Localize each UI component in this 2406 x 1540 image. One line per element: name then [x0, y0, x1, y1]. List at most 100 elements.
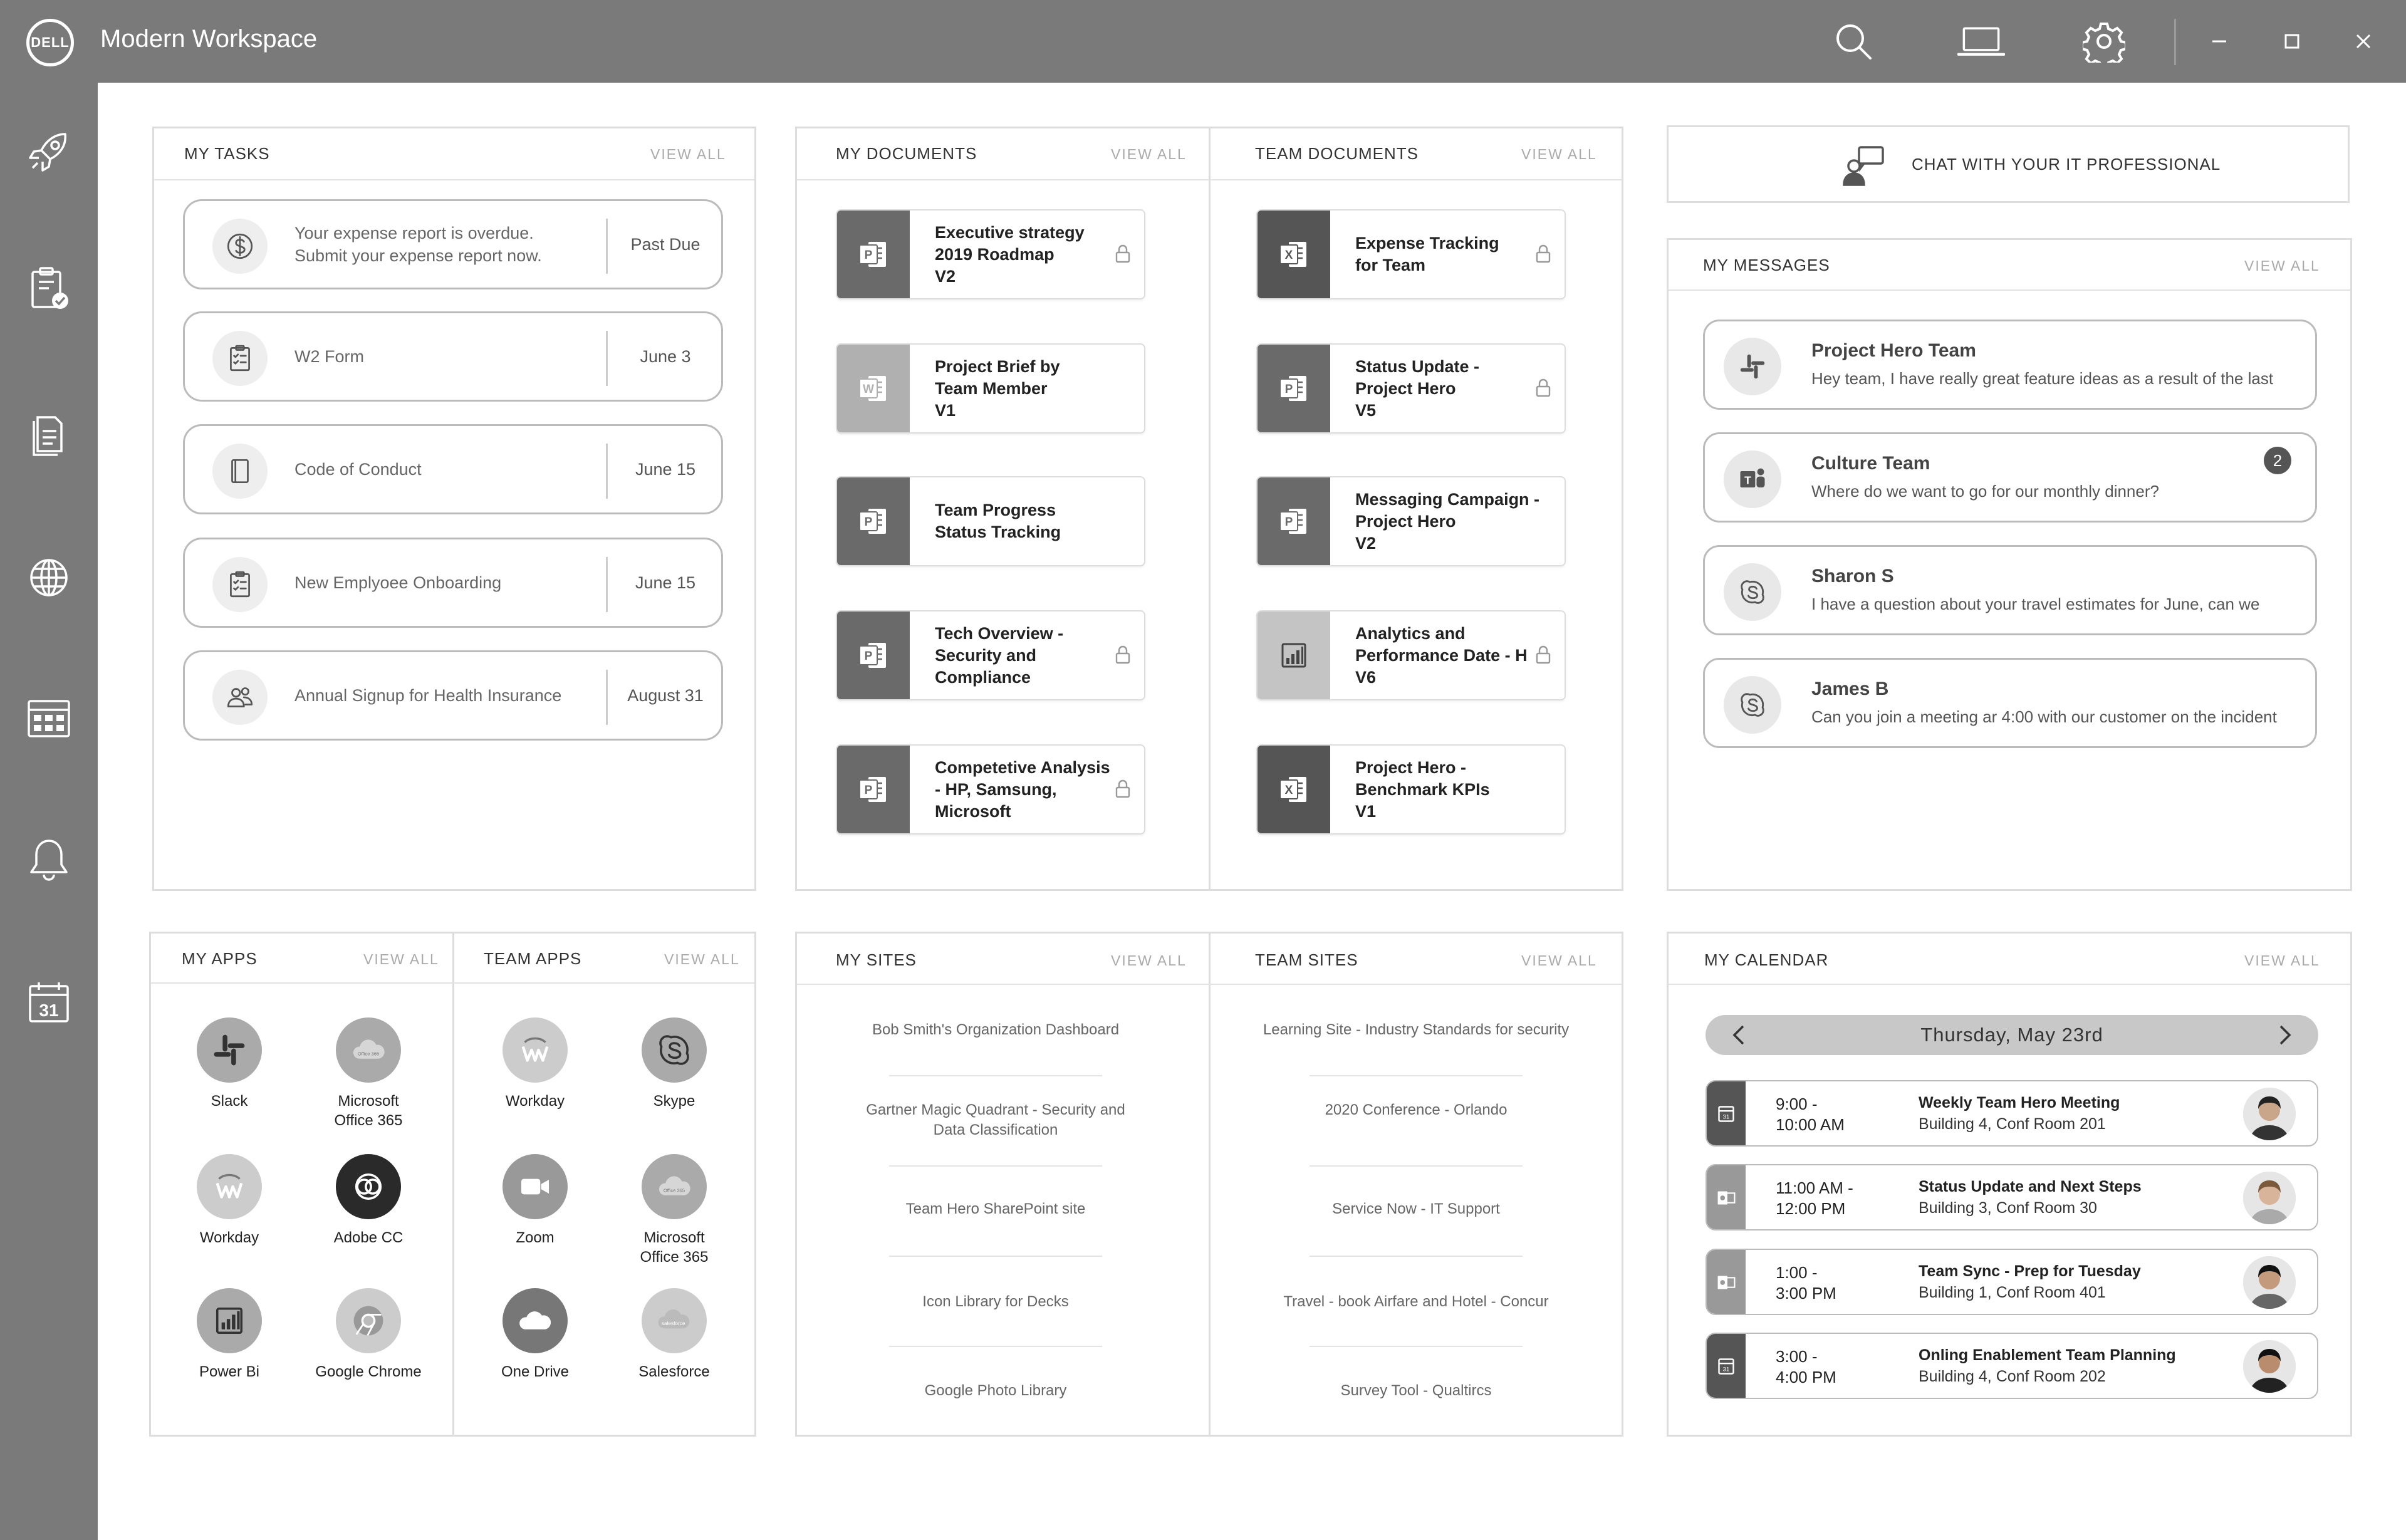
titlebar-separator [2174, 19, 2176, 65]
calendar-event[interactable]: 1:00 - 3:00 PM Team Sync - Prep for Tues… [1706, 1249, 2318, 1315]
app-tile[interactable]: Workday [472, 1017, 598, 1111]
my-apps-view-all[interactable]: VIEW ALL [363, 951, 439, 968]
task-item[interactable]: Code of Conduct June 15 [183, 424, 723, 514]
documents-icon[interactable] [24, 408, 74, 459]
document-card[interactable]: Analytics and Performance Date - H V6 [1256, 610, 1566, 700]
teams-icon: T [1724, 450, 1781, 508]
app-tile[interactable]: Google Chrome [306, 1288, 431, 1381]
lock-icon [1534, 377, 1553, 400]
calendar-event[interactable]: 11:00 AM - 12:00 PM Status Update and Ne… [1706, 1164, 2318, 1230]
document-title: Competetive Analysis - HP, Samsung, Micr… [935, 757, 1110, 821]
document-title: Analytics and Performance Date - H V6 [1355, 623, 1528, 687]
app-tile[interactable]: Zoom [472, 1154, 598, 1247]
document-title: Status Update - Project Hero V5 [1355, 356, 1480, 420]
search-icon[interactable] [1830, 18, 1877, 65]
app-tile[interactable]: Power Bi [167, 1288, 292, 1381]
svg-text:salesforce: salesforce [662, 1321, 685, 1326]
document-card[interactable]: W Project Brief by Team Member V1 [836, 343, 1145, 434]
app-tile[interactable]: Slack [167, 1017, 292, 1111]
site-link[interactable]: Service Now - IT Support [1241, 1199, 1591, 1219]
app-tile[interactable]: Office 365 Microsoft Office 365 [612, 1154, 737, 1267]
task-due-date: Past Due [630, 234, 700, 254]
calendar-event[interactable]: 31 3:00 - 4:00 PM Onling Enablement Team… [1706, 1333, 2318, 1399]
team-documents-view-all[interactable]: VIEW ALL [1521, 146, 1597, 163]
avatar [2243, 1172, 2296, 1224]
site-link[interactable]: Travel - book Airfare and Hotel - Concur [1241, 1292, 1591, 1312]
document-card[interactable]: P Status Update - Project Hero V5 [1256, 343, 1566, 434]
task-item[interactable]: New Emplyoee Onboarding June 15 [183, 538, 723, 628]
team-sites-view-all[interactable]: VIEW ALL [1521, 952, 1597, 969]
app-tile[interactable]: Adobe CC [306, 1154, 431, 1247]
app-tile[interactable]: Workday [167, 1154, 292, 1247]
my-apps-title: MY APPS [182, 949, 258, 968]
document-card[interactable]: X Project Hero - Benchmark KPIs V1 [1256, 744, 1566, 835]
apps-grid-icon[interactable] [24, 694, 74, 744]
avatar [2243, 1088, 2296, 1140]
site-link[interactable]: Team Hero SharePoint site [820, 1199, 1171, 1219]
title-bar: DELL Modern Workspace [0, 0, 2406, 83]
close-button[interactable] [2345, 23, 2382, 60]
message-item[interactable]: James B Can you join a meeting ar 4:00 w… [1703, 658, 2317, 748]
calendar-icon[interactable]: 31 [24, 977, 74, 1028]
event-time: 3:00 - 4:00 PM [1776, 1347, 1836, 1387]
task-item[interactable]: W2 Form June 3 [183, 311, 723, 402]
message-item[interactable]: Project Hero Team Hey team, I have reall… [1703, 320, 2317, 410]
team-apps-view-all[interactable]: VIEW ALL [664, 951, 740, 968]
chat-it-button[interactable]: CHAT WITH YOUR IT PROFESSIONAL [1667, 125, 2350, 203]
onedrive-icon [503, 1288, 568, 1353]
task-item[interactable]: Your expense report is overdue. Submit y… [183, 199, 723, 289]
document-card[interactable]: P Executive strategy 2019 Roadmap V2 [836, 209, 1145, 299]
clipboard-check-icon[interactable] [24, 264, 74, 315]
my-messages-view-all[interactable]: VIEW ALL [2244, 258, 2320, 274]
maximize-button[interactable] [2273, 23, 2311, 60]
task-item[interactable]: Annual Signup for Health Insurance Augus… [183, 650, 723, 741]
document-title: Tech Overview - Security and Compliance [935, 623, 1064, 687]
app-label: Salesforce [638, 1363, 710, 1380]
avatar [2243, 1256, 2296, 1309]
document-card[interactable]: P Tech Overview - Security and Complianc… [836, 610, 1145, 700]
svg-text:31: 31 [1723, 1366, 1730, 1373]
app-label: Microsoft Office 365 [640, 1229, 709, 1266]
app-tile[interactable]: Skype [612, 1017, 737, 1111]
document-type-icon: P [1258, 345, 1330, 432]
app-tile[interactable]: Office 365 Microsoft Office 365 [306, 1017, 431, 1130]
bell-icon[interactable] [24, 835, 74, 885]
globe-icon[interactable] [24, 553, 74, 603]
rocket-icon[interactable] [24, 127, 74, 177]
message-sender: Culture Team [1811, 453, 1930, 474]
document-card[interactable]: P Competetive Analysis - HP, Samsung, Mi… [836, 744, 1145, 835]
my-sites-view-all[interactable]: VIEW ALL [1111, 952, 1187, 969]
message-sender: James B [1811, 679, 1889, 699]
site-link[interactable]: Survey Tool - Qualtircs [1241, 1381, 1591, 1401]
my-calendar-view-all[interactable]: VIEW ALL [2244, 952, 2320, 969]
laptop-icon[interactable] [1957, 18, 2005, 65]
divider [151, 982, 754, 984]
chevron-right-icon[interactable] [2272, 1022, 2297, 1048]
app-tile[interactable]: salesforce Salesforce [612, 1288, 737, 1381]
my-documents-view-all[interactable]: VIEW ALL [1111, 146, 1187, 163]
divider [1209, 128, 1211, 889]
my-tasks-view-all[interactable]: VIEW ALL [650, 146, 726, 163]
calendar-icon: 31 [1707, 1081, 1746, 1145]
site-link[interactable]: 2020 Conference - Orlando [1241, 1100, 1591, 1120]
checklist-icon [212, 557, 268, 612]
calendar-date-bar: Thursday, May 23rd [1706, 1015, 2318, 1055]
minimize-button[interactable] [2200, 23, 2238, 60]
site-link[interactable]: Google Photo Library [820, 1381, 1171, 1401]
app-tile[interactable]: One Drive [472, 1288, 598, 1381]
site-link[interactable]: Icon Library for Decks [820, 1292, 1171, 1312]
message-item[interactable]: Sharon S I have a question about your tr… [1703, 545, 2317, 635]
adobe-cc-icon [336, 1154, 401, 1219]
calendar-event[interactable]: 31 9:00 - 10:00 AM Weekly Team Hero Meet… [1706, 1080, 2318, 1147]
document-card[interactable]: P Team Progress Status Tracking [836, 476, 1145, 566]
site-link[interactable]: Bob Smith's Organization Dashboard [820, 1020, 1171, 1040]
chevron-left-icon[interactable] [1727, 1022, 1752, 1048]
my-sites-title: MY SITES [836, 950, 917, 969]
document-card[interactable]: X Expense Tracking for Team [1256, 209, 1566, 299]
message-item[interactable]: T Culture Team Where do we want to go fo… [1703, 432, 2317, 523]
lock-icon [1114, 243, 1133, 266]
gear-icon[interactable] [2080, 18, 2128, 65]
document-card[interactable]: P Messaging Campaign - Project Hero V2 [1256, 476, 1566, 566]
site-link[interactable]: Gartner Magic Quadrant - Security and Da… [820, 1100, 1171, 1140]
site-link[interactable]: Learning Site - Industry Standards for s… [1241, 1020, 1591, 1040]
